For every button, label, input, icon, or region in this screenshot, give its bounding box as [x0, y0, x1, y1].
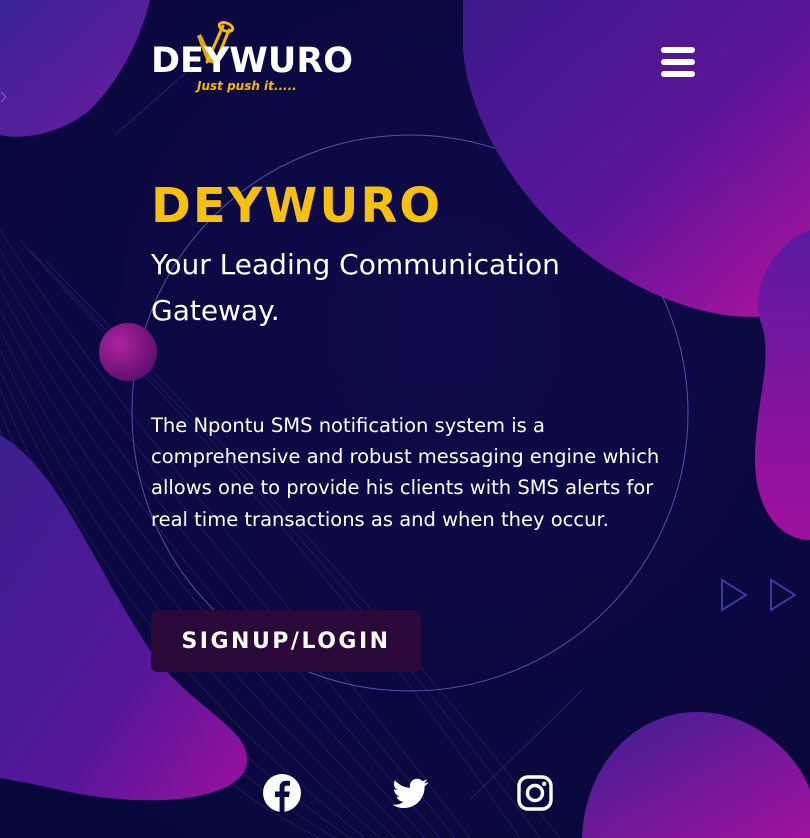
hero-description: The Npontu SMS notification system is a …: [151, 414, 660, 531]
menu-bar: [661, 71, 695, 77]
menu-bar: [661, 59, 695, 65]
hamburger-menu-icon[interactable]: [661, 45, 697, 79]
signup-login-button[interactable]: SIGNUP/LOGIN: [151, 610, 421, 672]
hero-subtitle: Your Leading Communication Gateway.: [151, 248, 560, 327]
logo[interactable]: DEYWURO Just push it.....: [151, 18, 354, 98]
twitter-icon[interactable]: [390, 773, 430, 813]
logo-tagline: Just push it.....: [197, 79, 297, 93]
facebook-icon[interactable]: [262, 773, 302, 813]
menu-bar: [661, 47, 695, 53]
hero-title: DEYWURO: [151, 178, 443, 234]
instagram-icon[interactable]: [515, 773, 555, 813]
logo-wordmark: DEYWURO: [151, 41, 354, 81]
